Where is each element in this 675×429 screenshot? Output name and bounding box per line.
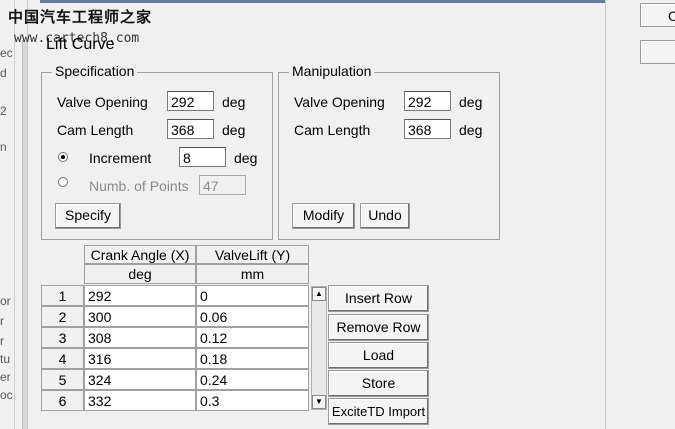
side-button-second[interactable] <box>640 40 675 64</box>
watermark-logo: 中国汽车工程师之家 <box>8 8 153 26</box>
crank-angle-cell[interactable]: 300 <box>84 306 196 327</box>
manip-cam-length-unit: deg <box>459 122 483 138</box>
strip-fragment: er <box>0 370 11 384</box>
spec-valve-opening-field[interactable]: 292 <box>167 91 214 111</box>
insert-row-button[interactable]: Insert Row <box>328 285 429 312</box>
spec-cam-length-field[interactable]: 368 <box>167 119 214 139</box>
row-number: 1 <box>41 285 84 306</box>
side-window <box>605 0 675 429</box>
strip-fragment: r <box>0 334 4 348</box>
manip-valve-opening-label: Valve Opening <box>294 94 385 110</box>
valve-lift-cell[interactable]: 0.18 <box>196 348 309 369</box>
remove-row-button[interactable]: Remove Row <box>328 314 429 341</box>
title-bar-edge <box>40 0 605 3</box>
table-scrollbar[interactable]: ▲ ▼ <box>311 286 327 410</box>
strip-fragment: oc <box>0 388 13 402</box>
spec-cam-length-label: Cam Length <box>57 122 134 138</box>
excitetd-import-button[interactable]: ExciteTD Import <box>328 398 429 425</box>
spec-valve-opening-label: Valve Opening <box>57 94 148 110</box>
number-of-points-field[interactable]: 47 <box>199 175 246 195</box>
col-valve-lift-header[interactable]: ValveLift (Y) <box>196 245 309 264</box>
manip-valve-opening-field[interactable]: 292 <box>404 91 451 111</box>
increment-radio[interactable] <box>58 152 68 162</box>
valve-lift-cell[interactable]: 0.12 <box>196 327 309 348</box>
strip-fragment: or <box>0 294 11 308</box>
valve-lift-cell[interactable]: 0.24 <box>196 369 309 390</box>
row-number: 3 <box>41 327 84 348</box>
number-of-points-label: Numb. of Points <box>89 178 189 194</box>
load-button[interactable]: Load <box>328 342 429 369</box>
row-number: 5 <box>41 369 84 390</box>
scroll-down-icon[interactable]: ▼ <box>312 395 326 409</box>
store-button[interactable]: Store <box>328 370 429 397</box>
row-number: 2 <box>41 306 84 327</box>
col-valve-lift-unit: mm <box>196 264 309 284</box>
scroll-up-icon[interactable]: ▲ <box>312 287 326 301</box>
row-number: 4 <box>41 348 84 369</box>
manipulation-legend: Manipulation <box>289 63 375 79</box>
row-number: 6 <box>41 390 84 411</box>
increment-field[interactable]: 8 <box>179 147 226 167</box>
strip-fragment: n <box>0 140 7 154</box>
specify-button[interactable]: Specify <box>55 203 121 229</box>
strip-fragment: tu <box>0 352 11 366</box>
valve-lift-cell[interactable]: 0 <box>196 285 309 306</box>
crank-angle-cell[interactable]: 308 <box>84 327 196 348</box>
spec-valve-opening-unit: deg <box>222 94 246 110</box>
specification-legend: Specification <box>52 63 138 79</box>
valve-lift-cell[interactable]: 0.3 <box>196 390 309 411</box>
dialog-title: Lift Curve <box>46 36 115 53</box>
strip-fragment: d <box>0 66 7 80</box>
spec-cam-length-unit: deg <box>222 122 246 138</box>
strip-fragment: ec <box>0 46 13 60</box>
valve-lift-cell[interactable]: 0.06 <box>196 306 309 327</box>
crank-angle-cell[interactable]: 332 <box>84 390 196 411</box>
background-window-strip: ec d 2 n or r r tu er oc <box>0 0 15 429</box>
strip-fragment: 2 <box>0 104 7 118</box>
undo-button[interactable]: Undo <box>360 203 410 229</box>
crank-angle-cell[interactable]: 316 <box>84 348 196 369</box>
manip-cam-length-label: Cam Length <box>294 122 371 138</box>
number-of-points-radio[interactable] <box>58 177 68 187</box>
col-crank-angle-header[interactable]: Crank Angle (X) <box>84 245 196 264</box>
modify-button[interactable]: Modify <box>292 203 355 229</box>
crank-angle-cell[interactable]: 324 <box>84 369 196 390</box>
side-button-top[interactable]: O <box>640 3 675 27</box>
manip-valve-opening-unit: deg <box>459 94 483 110</box>
strip-fragment: r <box>0 314 4 328</box>
manip-cam-length-field[interactable]: 368 <box>404 119 451 139</box>
col-crank-angle-unit: deg <box>84 264 196 284</box>
crank-angle-cell[interactable]: 292 <box>84 285 196 306</box>
increment-label: Increment <box>89 150 152 166</box>
increment-unit: deg <box>234 150 258 166</box>
